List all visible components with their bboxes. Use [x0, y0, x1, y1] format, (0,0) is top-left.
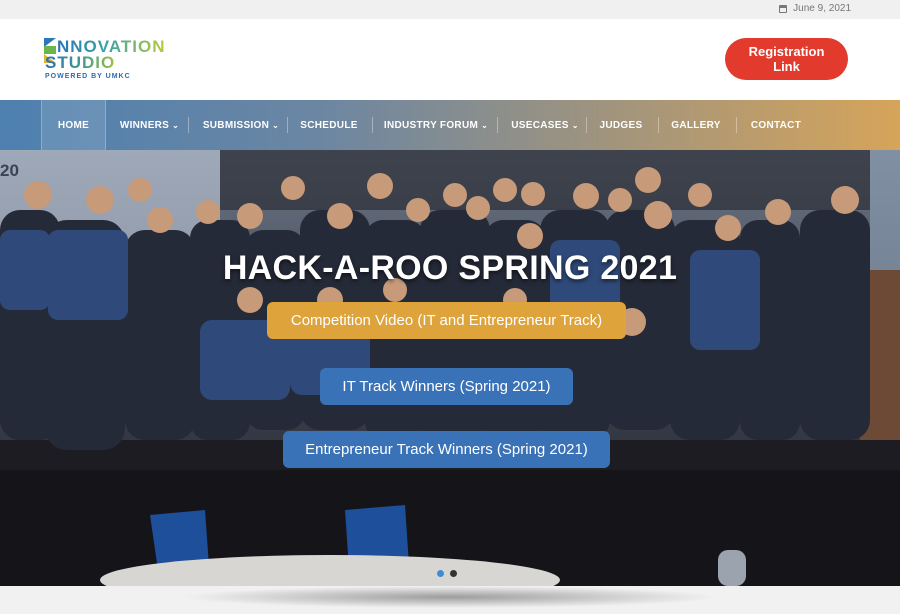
competition-video-button[interactable]: Competition Video (IT and Entrepreneur T… — [267, 302, 626, 339]
nav-label-schedule: SCHEDULE — [300, 119, 358, 131]
nav-item-winners[interactable]: WINNERS ⌄ — [112, 100, 187, 150]
nav-item-schedule[interactable]: SCHEDULE — [294, 100, 364, 150]
chevron-down-icon: ⌄ — [172, 120, 180, 130]
hero-slider: 20 HACK-A-ROO SPRING 2021 Competition Vi… — [0, 150, 900, 586]
competition-video-label: Competition Video (IT and Entrepreneur T… — [290, 312, 603, 329]
date-display: June 9, 2021 — [779, 3, 851, 14]
chevron-down-icon: ⌄ — [481, 120, 489, 130]
main-navigation: HOME WINNERS ⌄ SUBMISSION ⌄ SCHEDULE INDUS… — [0, 100, 900, 150]
nav-item-contact[interactable]: CONTACT — [744, 100, 808, 150]
it-track-winners-label: IT Track Winners (Spring 2021) — [342, 378, 551, 395]
nav-divider — [736, 117, 737, 133]
nav-item-home[interactable]: HOME — [41, 100, 106, 150]
nav-label-usecases: USECASES — [511, 119, 569, 131]
registration-link-label: Registration Link — [748, 44, 825, 74]
nav-item-submission[interactable]: SUBMISSION ⌄ — [195, 100, 287, 150]
nav-label-contact: CONTACT — [750, 119, 802, 131]
logo-word-studio: STUDIO — [45, 53, 116, 72]
nav-item-judges[interactable]: JUDGES — [592, 100, 650, 150]
nav-divider — [287, 117, 288, 133]
nav-label-gallery: GALLERY — [671, 119, 721, 131]
chevron-down-icon: ⌄ — [571, 120, 579, 130]
nav-label-judges: JUDGES — [599, 119, 643, 131]
nav-label-industry-forum: INDUSTRY FORUM — [383, 119, 479, 131]
slider-shadow — [180, 586, 720, 608]
nav-item-gallery[interactable]: GALLERY — [666, 100, 726, 150]
nav-divider — [497, 117, 498, 133]
registration-link-button[interactable]: Registration Link — [725, 38, 848, 80]
entrepreneur-track-winners-label: Entrepreneur Track Winners (Spring 2021) — [305, 441, 588, 458]
hero-corner-text: 20 — [0, 161, 19, 180]
nav-label-home: HOME — [57, 119, 90, 131]
nav-divider — [372, 117, 373, 133]
nav-divider — [586, 117, 587, 133]
nav-label-winners: WINNERS — [119, 119, 170, 131]
site-header: NNOVATION STUDIO POWERED BY UMKC Registr… — [0, 19, 900, 100]
nav-divider — [188, 117, 189, 133]
nav-item-usecases[interactable]: USECASES ⌄ — [505, 100, 585, 150]
nav-divider — [658, 117, 659, 133]
chevron-down-icon: ⌄ — [272, 120, 280, 130]
nav-label-submission: SUBMISSION — [202, 119, 270, 131]
entrepreneur-track-winners-button[interactable]: Entrepreneur Track Winners (Spring 2021) — [283, 431, 610, 468]
hero-title: HACK-A-ROO SPRING 2021 — [222, 249, 678, 287]
nav-item-industry-forum[interactable]: INDUSTRY FORUM ⌄ — [380, 100, 492, 150]
slider-pagination — [437, 570, 457, 577]
innovation-studio-logo[interactable]: NNOVATION STUDIO POWERED BY UMKC — [44, 37, 204, 87]
calendar-icon — [779, 4, 788, 13]
slider-dot-1[interactable] — [437, 570, 444, 577]
slider-dot-2[interactable] — [450, 570, 457, 577]
date-text: June 9, 2021 — [793, 3, 851, 14]
top-bar: June 9, 2021 — [0, 0, 900, 19]
logo-tagline: POWERED BY UMKC — [45, 73, 131, 80]
it-track-winners-button[interactable]: IT Track Winners (Spring 2021) — [320, 368, 573, 405]
